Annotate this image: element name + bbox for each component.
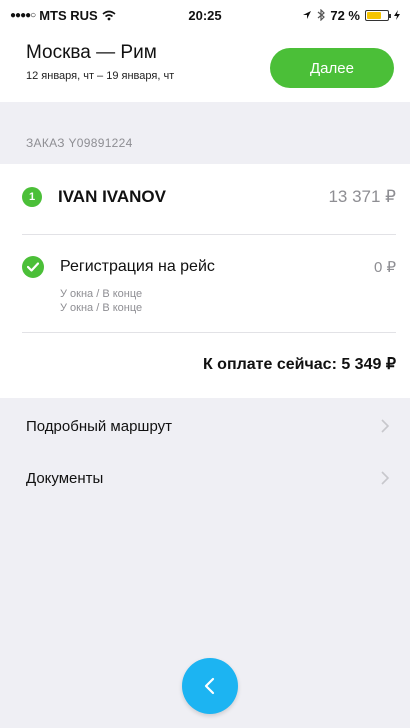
documents-link[interactable]: Документы	[0, 452, 410, 504]
battery-icon	[365, 9, 391, 21]
divider	[22, 234, 396, 235]
seat-note: У окна / В конце	[60, 288, 143, 300]
passenger-price: 13 371 ₽	[328, 187, 396, 206]
back-button[interactable]	[182, 658, 238, 714]
checkmark-icon	[22, 256, 44, 278]
order-card: 1 IVAN IVANOV 13 371 ₽ Регистрация на ре…	[0, 164, 410, 398]
next-button[interactable]: Далее	[270, 48, 394, 88]
status-left: ●●●●○ MTS RUS	[10, 8, 302, 23]
status-right: 72 %	[302, 8, 400, 23]
location-arrow-icon	[303, 11, 312, 19]
route-dates: 12 января, чт – 19 января, чт	[26, 70, 175, 82]
charging-icon	[394, 10, 400, 20]
passenger-number-badge: 1	[22, 187, 42, 207]
chevron-right-icon	[381, 419, 390, 433]
wifi-icon	[102, 10, 116, 20]
route-title: Москва — Рим	[26, 42, 157, 63]
battery-fill	[367, 11, 382, 19]
total-due-now: К оплате сейчас: 5 349 ₽	[202, 356, 396, 373]
order-label: ЗАКАЗ Y09891224	[26, 136, 133, 150]
seat-note: У окна / В конце	[60, 302, 143, 314]
carrier-name: MTS RUS	[39, 7, 98, 23]
checkin-row[interactable]: Регистрация на рейс 0 ₽	[22, 252, 396, 282]
documents-label: Документы	[26, 469, 104, 487]
chevron-right-icon	[381, 471, 390, 485]
links-list: Подробный маршрут Документы	[0, 400, 410, 504]
passenger-name: IVAN IVANOV	[58, 187, 166, 206]
divider	[22, 332, 396, 333]
checkin-label: Регистрация на рейс	[60, 258, 215, 275]
passenger-row[interactable]: 1 IVAN IVANOV 13 371 ₽	[22, 182, 396, 212]
detailed-route-link[interactable]: Подробный маршрут	[0, 400, 410, 452]
signal-dots-icon: ●●●●○	[10, 9, 36, 21]
header: Москва — Рим 12 января, чт – 19 января, …	[0, 30, 410, 102]
status-bar: ●●●●○ MTS RUS 20:25 72 %	[0, 0, 410, 30]
battery-percent: 72 %	[330, 7, 360, 23]
detailed-route-label: Подробный маршрут	[26, 417, 173, 435]
bluetooth-icon	[317, 9, 326, 21]
chevron-left-icon	[204, 677, 215, 695]
checkin-price: 0 ₽	[373, 259, 396, 276]
